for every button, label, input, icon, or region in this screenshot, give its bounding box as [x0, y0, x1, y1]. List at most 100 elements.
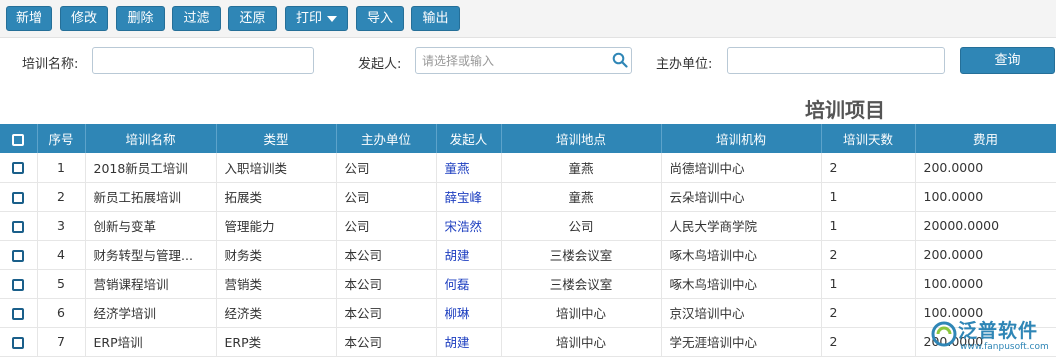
col-header-initiator[interactable]: 发起人 — [436, 124, 502, 153]
export-button[interactable]: 输出 — [411, 6, 460, 31]
row-checkbox-cell[interactable] — [0, 269, 38, 299]
cell-agency: 京汉培训中心 — [661, 298, 822, 328]
col-header-type[interactable]: 类型 — [216, 124, 337, 153]
query-button[interactable]: 查询 — [960, 47, 1055, 74]
table-row[interactable]: 1 2018新员工培训 入职培训类 公司 童燕 童燕 尚德培训中心 2 200.0000 — [0, 153, 1056, 183]
table-header-row: 序号 培训名称 类型 主办单位 发起人 培训地点 培训机构 培训天数 费用 — [0, 124, 1056, 153]
cell-type: 入职培训类 — [216, 153, 337, 183]
cell-fee: 100.0000 — [915, 269, 1056, 299]
row-checkbox-cell[interactable] — [0, 153, 38, 183]
cell-days: 2 — [821, 298, 916, 328]
import-button[interactable]: 导入 — [356, 6, 404, 31]
cell-org: 公司 — [336, 211, 437, 241]
cell-no: 6 — [37, 298, 86, 328]
page-title: 培训项目 — [805, 98, 885, 122]
cell-days: 1 — [821, 182, 916, 212]
initiator-label: 发起人: — [358, 57, 402, 72]
cell-name: 营销课程培训 — [85, 269, 217, 299]
cell-initiator[interactable]: 童燕 — [436, 153, 502, 183]
row-checkbox[interactable] — [12, 191, 25, 204]
table-row[interactable]: 6 经济学培训 经济类 本公司 柳琳 培训中心 京汉培训中心 2 100.0000 — [0, 298, 1056, 328]
col-header-no[interactable]: 序号 — [37, 124, 86, 153]
cell-days: 2 — [821, 153, 916, 183]
col-header-days[interactable]: 培训天数 — [821, 124, 916, 153]
cell-place: 培训中心 — [501, 327, 662, 357]
row-checkbox-cell[interactable] — [0, 211, 38, 241]
table-row[interactable]: 4 财务转型与管理... 财务类 本公司 胡建 三楼会议室 啄木鸟培训中心 2 200.0000 — [0, 240, 1056, 270]
table-row[interactable]: 5 营销课程培训 营销类 本公司 何磊 三楼会议室 啄木鸟培训中心 1 100.0000 — [0, 269, 1056, 299]
select-all-checkbox[interactable] — [0, 124, 38, 153]
cell-type: 财务类 — [216, 240, 337, 270]
cell-type: 拓展类 — [216, 182, 337, 212]
row-checkbox-cell[interactable] — [0, 327, 38, 357]
cell-initiator[interactable]: 宋浩然 — [436, 211, 502, 241]
table-body: 1 2018新员工培训 入职培训类 公司 童燕 童燕 尚德培训中心 2 200.0000 2 新员工… — [0, 153, 1056, 357]
logo-url: www.fanpusoft.com — [960, 342, 1049, 352]
restore-button[interactable]: 还原 — [228, 6, 277, 31]
cell-fee: 100.0000 — [915, 182, 1056, 212]
row-checkbox[interactable] — [12, 307, 25, 320]
cell-fee: 200.0000 — [915, 240, 1056, 270]
col-header-agency[interactable]: 培训机构 — [661, 124, 822, 153]
cell-type: 管理能力 — [216, 211, 337, 241]
cell-days: 2 — [821, 240, 916, 270]
cell-fee: 20000.0000 — [915, 211, 1056, 241]
search-icon[interactable] — [612, 52, 628, 68]
cell-place: 三楼会议室 — [501, 269, 662, 299]
col-header-name[interactable]: 培训名称 — [85, 124, 217, 153]
table-row[interactable]: 2 新员工拓展培训 拓展类 公司 薛宝峰 童燕 云朵培训中心 1 100.0000 — [0, 182, 1056, 212]
cell-agency: 尚德培训中心 — [661, 153, 822, 183]
cell-place: 童燕 — [501, 153, 662, 183]
training-name-input[interactable] — [92, 47, 314, 74]
cell-place: 三楼会议室 — [501, 240, 662, 270]
cell-fee: 200.0000 — [915, 153, 1056, 183]
cell-no: 1 — [37, 153, 86, 183]
cell-initiator[interactable]: 胡建 — [436, 240, 502, 270]
initiator-input[interactable] — [415, 47, 632, 74]
cell-name: ERP培训 — [85, 327, 217, 357]
table-row[interactable]: 7 ERP培训 ERP类 本公司 胡建 培训中心 学无涯培训中心 2 200.0000 — [0, 327, 1056, 357]
cell-org: 公司 — [336, 182, 437, 212]
cell-initiator[interactable]: 薛宝峰 — [436, 182, 502, 212]
logo-name: 泛普软件 — [958, 320, 1039, 342]
cell-name: 创新与变革 — [85, 211, 217, 241]
print-label: 打印 — [295, 11, 322, 26]
col-header-place[interactable]: 培训地点 — [501, 124, 662, 153]
add-button[interactable]: 新增 — [6, 6, 52, 31]
checkbox[interactable] — [12, 133, 25, 146]
row-checkbox[interactable] — [12, 278, 25, 291]
print-button[interactable]: 打印 — [285, 6, 348, 31]
delete-button[interactable]: 删除 — [116, 6, 165, 31]
cell-no: 2 — [37, 182, 86, 212]
row-checkbox[interactable] — [12, 162, 25, 175]
row-checkbox-cell[interactable] — [0, 240, 38, 270]
row-checkbox[interactable] — [12, 220, 25, 233]
row-checkbox-cell[interactable] — [0, 182, 38, 212]
col-header-org[interactable]: 主办单位 — [336, 124, 437, 153]
cell-no: 4 — [37, 240, 86, 270]
org-input[interactable] — [727, 47, 945, 74]
cell-place: 培训中心 — [501, 298, 662, 328]
table-row[interactable]: 3 创新与变革 管理能力 公司 宋浩然 公司 人民大学商学院 1 20000.0000 — [0, 211, 1056, 241]
cell-days: 1 — [821, 269, 916, 299]
cell-org: 本公司 — [336, 269, 437, 299]
cell-no: 5 — [37, 269, 86, 299]
cell-agency: 学无涯培训中心 — [661, 327, 822, 357]
row-checkbox[interactable] — [12, 249, 25, 262]
cell-no: 7 — [37, 327, 86, 357]
filter-button[interactable]: 过滤 — [172, 6, 221, 31]
edit-button[interactable]: 修改 — [60, 6, 108, 31]
cell-initiator[interactable]: 何磊 — [436, 269, 502, 299]
col-header-fee[interactable]: 费用 — [915, 124, 1056, 153]
cell-place: 公司 — [501, 211, 662, 241]
row-checkbox-cell[interactable] — [0, 298, 38, 328]
cell-agency: 啄木鸟培训中心 — [661, 240, 822, 270]
row-checkbox[interactable] — [12, 336, 25, 349]
cell-initiator[interactable]: 柳琳 — [436, 298, 502, 328]
cell-type: 经济类 — [216, 298, 337, 328]
cell-days: 1 — [821, 211, 916, 241]
data-table: 序号 培训名称 类型 主办单位 发起人 培训地点 培训机构 培训天数 费用 12… — [0, 124, 1056, 357]
cell-name: 财务转型与管理... — [85, 240, 217, 270]
cell-initiator[interactable]: 胡建 — [436, 327, 502, 357]
cell-days: 2 — [821, 327, 916, 357]
